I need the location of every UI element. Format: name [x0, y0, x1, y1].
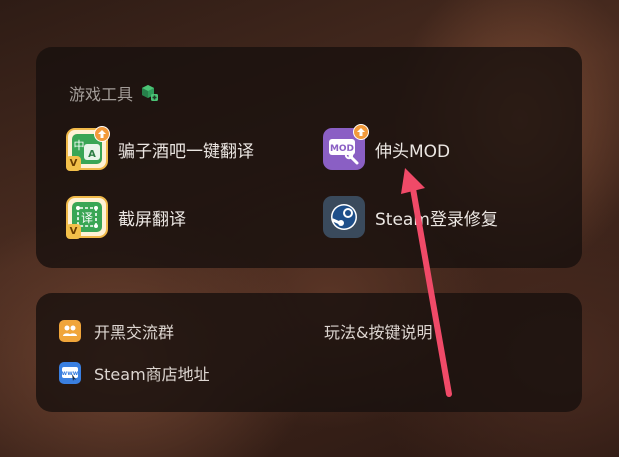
icon-text-zhong: 中: [74, 139, 85, 152]
steam-icon: [323, 196, 365, 238]
link-gameplay-keys[interactable]: 玩法&按键说明: [324, 319, 432, 343]
tool-steam-login-fix[interactable]: Steam登录修复: [323, 196, 498, 238]
section-title-text: 游戏工具: [69, 85, 134, 104]
link-label: Steam商店地址: [94, 365, 210, 384]
link-group-chat[interactable]: 开黑交流群: [59, 319, 174, 343]
tool-label: Steam登录修复: [375, 209, 498, 230]
tool-translate-liars-bar[interactable]: 中 A V 骗子酒吧一键翻译: [66, 126, 254, 171]
link-label: 开黑交流群: [94, 323, 175, 342]
tool-label: 截屏翻译: [118, 209, 186, 230]
tool-label: 伸头MOD: [375, 141, 451, 162]
game-tools-panel: 游戏工具 中 A V 骗子酒吧一键翻译 MOD 伸头MOD 译 V 截屏翻译 S…: [36, 47, 582, 268]
link-label: 玩法&按键说明: [324, 323, 433, 342]
icon-text-www: www: [62, 370, 79, 377]
update-badge-icon: [353, 124, 369, 140]
icon-text-a: A: [88, 149, 96, 160]
screenshot-translate-icon: 译 V: [66, 196, 108, 239]
cube-plus-icon: [139, 83, 159, 103]
vip-badge: V: [66, 224, 81, 239]
icon-text-yi: 译: [81, 211, 93, 225]
www-icon: www: [59, 362, 81, 384]
link-steam-store[interactable]: www Steam商店地址: [59, 361, 210, 385]
tool-label: 骗子酒吧一键翻译: [118, 141, 254, 162]
translate-icon: 中 A V: [66, 126, 110, 171]
vip-badge: V: [66, 156, 81, 171]
section-title: 游戏工具: [69, 81, 159, 105]
mod-icon: MOD: [323, 124, 369, 170]
tool-head-mod[interactable]: MOD 伸头MOD: [323, 124, 451, 170]
group-icon: [59, 320, 81, 342]
update-badge-icon: [94, 126, 110, 142]
tool-screenshot-translate[interactable]: 译 V 截屏翻译: [66, 196, 186, 239]
links-panel: 开黑交流群 玩法&按键说明 www Steam商店地址: [36, 293, 582, 412]
